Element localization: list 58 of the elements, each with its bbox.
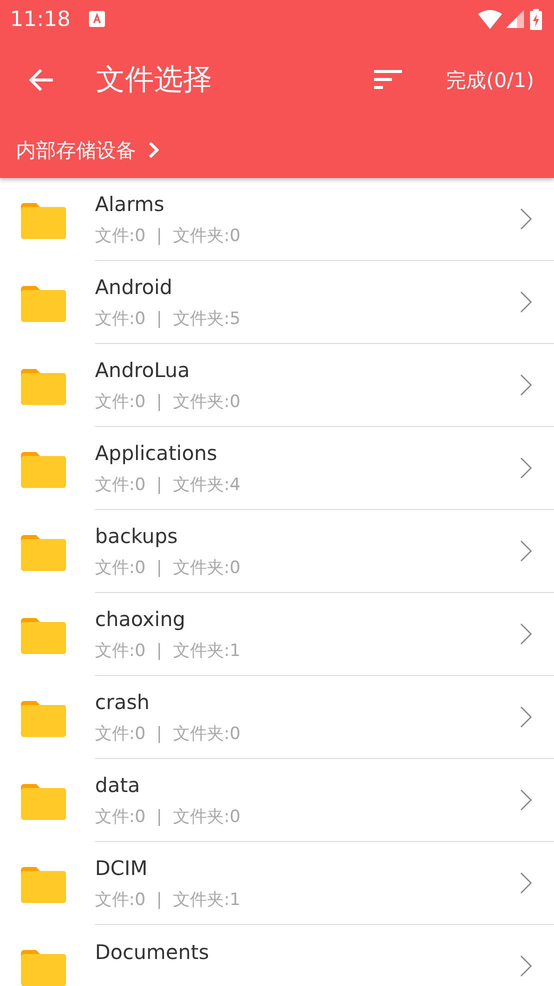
status-time: 11:18 [10,7,71,31]
sort-button[interactable] [374,70,402,90]
folder-name: backups [95,524,179,548]
folder-icon [20,616,67,654]
folder-name: AndroLua [95,358,191,382]
folder-row[interactable]: Alarms 文件:0 | 文件夹:0 [0,178,554,261]
folder-name: data [95,772,142,796]
back-button[interactable] [28,68,54,92]
folder-name: Alarms [95,192,166,216]
folder-icon [20,698,67,736]
folder-name: Applications [95,440,218,464]
folder-icon [20,864,67,902]
folder-icon [20,782,67,820]
folder-row[interactable]: chaoxing 文件:0 | 文件夹:1 [0,593,554,676]
folder-info: 文件:0 | 文件夹:4 [95,474,242,496]
folder-info: 文件:0 | 文件夹:0 [95,556,242,578]
folder-icon [20,948,67,986]
folder-icon [20,450,67,488]
folder-row[interactable]: backups 文件:0 | 文件夹:0 [0,510,554,593]
folder-name: DCIM [95,856,149,880]
folder-name: chaoxing [95,606,186,630]
folder-icon [20,532,67,570]
toolbar-title: 文件选择 [96,61,213,98]
chevron-right-icon [520,291,532,313]
folder-name: Android [95,274,174,298]
folder-info: 文件:0 | 文件夹:0 [95,806,242,828]
chevron-right-icon [520,955,532,977]
folder-info: 文件:0 | 文件夹:1 [95,640,242,662]
chevron-right-icon [520,623,532,645]
chevron-right-icon [520,540,532,562]
chevron-right-icon [520,706,532,728]
battery-icon [530,8,542,30]
folder-name: Documents [95,940,210,964]
folder-info: 文件:0 | 文件夹:5 [95,308,242,330]
folder-row[interactable]: Documents [0,925,554,986]
folder-info: 文件:0 | 文件夹:1 [95,888,242,910]
chevron-right-icon [520,789,532,811]
folder-info: 文件:0 | 文件夹:0 [95,390,242,412]
chevron-right-icon [520,457,532,479]
chevron-right-icon [520,208,532,230]
folder-name: crash [95,690,151,714]
wifi-icon [478,10,502,28]
folder-row[interactable]: Applications 文件:0 | 文件夹:4 [0,427,554,510]
folder-row[interactable]: DCIM 文件:0 | 文件夹:1 [0,842,554,925]
folder-info: 文件:0 | 文件夹:0 [95,224,242,246]
folder-row[interactable]: crash 文件:0 | 文件夹:0 [0,676,554,759]
folder-icon [20,200,67,238]
folder-info: 文件:0 | 文件夹:0 [95,722,242,744]
folder-row[interactable]: data 文件:0 | 文件夹:0 [0,759,554,842]
chevron-right-icon [520,872,532,894]
notification-icon [88,11,105,27]
signal-icon [506,10,524,28]
folder-icon [20,284,67,322]
chevron-right-icon [148,141,160,159]
folder-row[interactable]: AndroLua 文件:0 | 文件夹:0 [0,344,554,427]
folder-icon [20,366,67,404]
folder-row[interactable]: Android 文件:0 | 文件夹:5 [0,261,554,344]
chevron-right-icon [520,374,532,396]
